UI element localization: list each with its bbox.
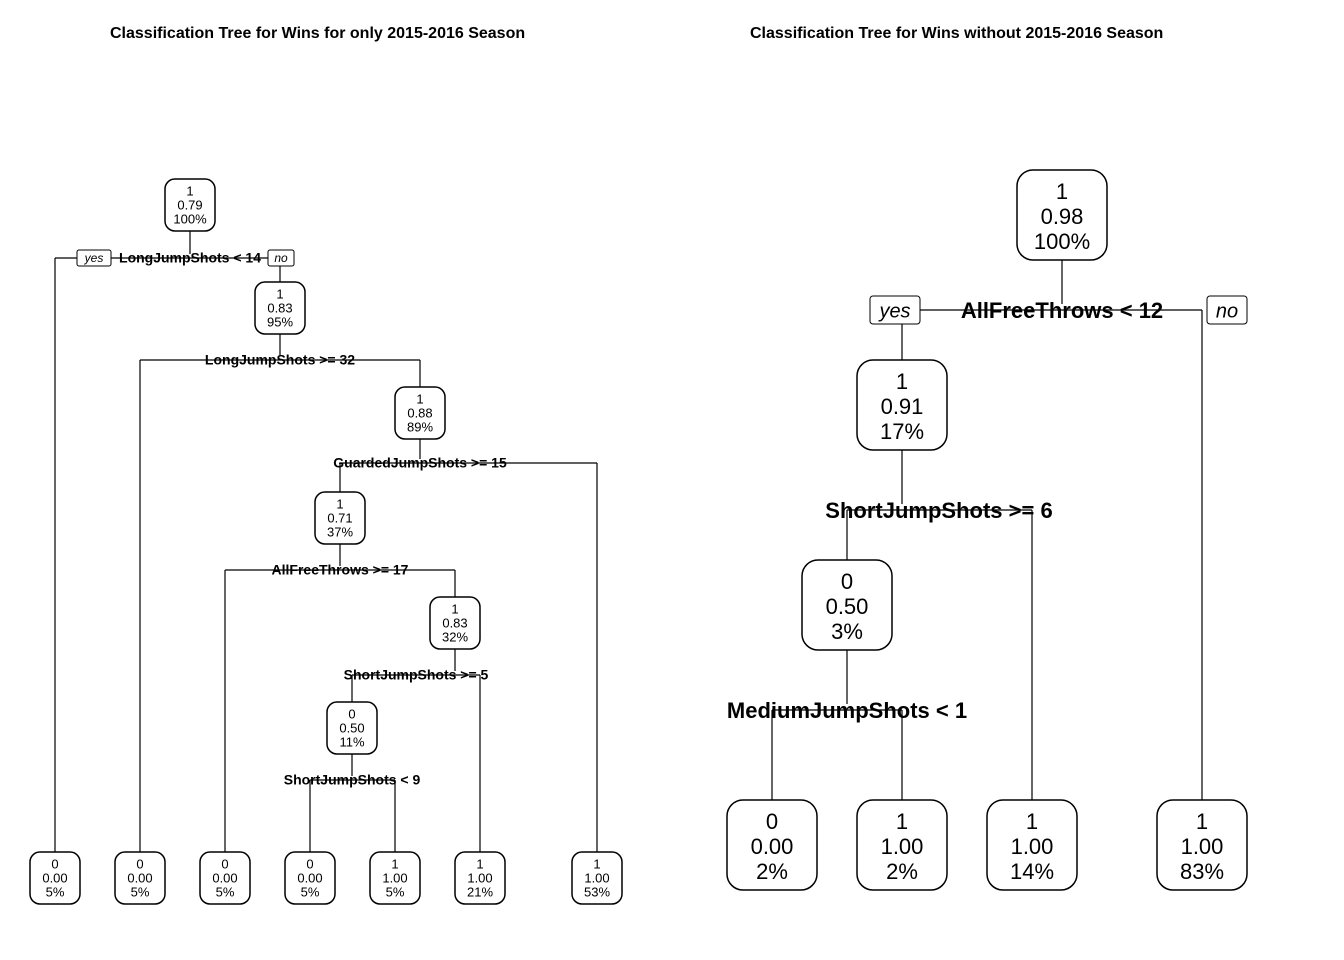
svg-text:5%: 5% <box>46 884 65 899</box>
right-leaf-3: 1 1.00 14% <box>987 800 1077 890</box>
svg-text:0.50: 0.50 <box>826 594 869 619</box>
svg-text:32%: 32% <box>442 629 468 644</box>
svg-text:0: 0 <box>51 856 58 871</box>
right-leaf-2: 1 1.00 2% <box>857 800 947 890</box>
svg-text:17%: 17% <box>880 419 924 444</box>
svg-text:3%: 3% <box>831 619 863 644</box>
svg-text:0: 0 <box>136 856 143 871</box>
svg-text:53%: 53% <box>584 884 610 899</box>
svg-text:no: no <box>1216 300 1238 322</box>
svg-text:1.00: 1.00 <box>1011 834 1054 859</box>
svg-text:1: 1 <box>1026 809 1038 834</box>
left-split-5: ShortJumpShots >= 5 <box>344 667 489 683</box>
left-internal-2: 1 0.83 95% <box>255 282 305 334</box>
left-internal-5: 1 0.83 32% <box>430 597 480 649</box>
right-leaf-1: 0 0.00 2% <box>727 800 817 890</box>
svg-text:0.83: 0.83 <box>442 615 467 630</box>
svg-text:100%: 100% <box>1034 229 1090 254</box>
svg-text:1.00: 1.00 <box>584 870 609 885</box>
right-internal-2: 1 0.91 17% <box>857 360 947 450</box>
svg-text:5%: 5% <box>301 884 320 899</box>
svg-text:1: 1 <box>896 809 908 834</box>
left-leaf-5: 1 1.00 5% <box>370 852 420 904</box>
svg-text:2%: 2% <box>756 859 788 884</box>
right-split-3: MediumJumpShots < 1 <box>727 698 967 723</box>
svg-text:1: 1 <box>896 369 908 394</box>
left-leaf-7: 1 1.00 53% <box>572 852 622 904</box>
svg-text:1: 1 <box>336 496 343 511</box>
right-root-node: 1 0.98 100% <box>1017 170 1107 260</box>
svg-text:0.91: 0.91 <box>881 394 924 419</box>
svg-text:1: 1 <box>276 286 283 301</box>
right-leaf-4: 1 1.00 83% <box>1157 800 1247 890</box>
left-split-6: ShortJumpShots < 9 <box>284 772 421 788</box>
left-split-2: LongJumpShots >= 32 <box>205 352 355 368</box>
svg-text:1: 1 <box>476 856 483 871</box>
left-internal-3: 1 0.88 89% <box>395 387 445 439</box>
svg-text:5%: 5% <box>131 884 150 899</box>
svg-text:yes: yes <box>877 300 910 322</box>
svg-text:0.71: 0.71 <box>327 510 352 525</box>
svg-text:1.00: 1.00 <box>382 870 407 885</box>
left-leaf-1: 0 0.00 5% <box>30 852 80 904</box>
svg-text:11%: 11% <box>339 734 364 749</box>
svg-text:0.98: 0.98 <box>1041 204 1084 229</box>
svg-text:37%: 37% <box>327 524 353 539</box>
svg-text:14%: 14% <box>1010 859 1054 884</box>
svg-text:0.83: 0.83 <box>267 300 292 315</box>
left-root-node: 1 0.79 100% <box>165 179 215 231</box>
left-internal-4: 1 0.71 37% <box>315 492 365 544</box>
right-split-2: ShortJumpShots >= 6 <box>825 498 1052 523</box>
svg-text:2%: 2% <box>886 859 918 884</box>
svg-text:1: 1 <box>186 183 193 198</box>
svg-text:1.00: 1.00 <box>881 834 924 859</box>
svg-text:0: 0 <box>221 856 228 871</box>
svg-text:1: 1 <box>391 856 398 871</box>
left-leaf-2: 0 0.00 5% <box>115 852 165 904</box>
svg-text:1: 1 <box>1196 809 1208 834</box>
svg-text:0.00: 0.00 <box>42 870 67 885</box>
svg-text:89%: 89% <box>407 419 433 434</box>
svg-text:1: 1 <box>416 391 423 406</box>
svg-text:0: 0 <box>841 569 853 594</box>
svg-text:1: 1 <box>451 601 458 616</box>
left-tree-title: Classification Tree for Wins for only 20… <box>110 25 525 43</box>
svg-text:5%: 5% <box>386 884 405 899</box>
svg-text:AllFreeThrows < 12: AllFreeThrows < 12 <box>961 298 1163 323</box>
svg-text:0.00: 0.00 <box>127 870 152 885</box>
left-tree-svg: 1 0.79 100% yes LongJumpShots < 14 no 1 … <box>0 80 672 940</box>
left-leaf-4: 0 0.00 5% <box>285 852 335 904</box>
svg-text:1.00: 1.00 <box>1181 834 1224 859</box>
svg-text:95%: 95% <box>267 314 293 329</box>
svg-text:0.50: 0.50 <box>339 720 364 735</box>
svg-text:0: 0 <box>766 809 778 834</box>
left-leaf-3: 0 0.00 5% <box>200 852 250 904</box>
svg-text:100%: 100% <box>173 211 207 226</box>
left-internal-6: 0 0.50 11% <box>327 702 377 754</box>
svg-text:0: 0 <box>306 856 313 871</box>
left-split-3: GuardedJumpShots >= 15 <box>333 455 507 471</box>
svg-text:1: 1 <box>1056 179 1068 204</box>
svg-text:0.00: 0.00 <box>212 870 237 885</box>
svg-text:LongJumpShots < 14: LongJumpShots < 14 <box>119 250 261 266</box>
svg-text:0: 0 <box>348 706 355 721</box>
left-split-4: AllFreeThrows >= 17 <box>272 562 409 578</box>
left-leaf-6: 1 1.00 21% <box>455 852 505 904</box>
svg-text:no: no <box>274 251 288 265</box>
right-tree-title: Classification Tree for Wins without 201… <box>750 25 1163 43</box>
svg-text:1.00: 1.00 <box>467 870 492 885</box>
right-internal-3: 0 0.50 3% <box>802 560 892 650</box>
svg-text:0.88: 0.88 <box>407 405 432 420</box>
svg-text:0.79: 0.79 <box>177 197 202 212</box>
svg-text:yes: yes <box>84 251 104 265</box>
svg-text:83%: 83% <box>1180 859 1224 884</box>
svg-text:5%: 5% <box>216 884 235 899</box>
right-tree-svg: 1 0.98 100% yes AllFreeThrows < 12 no 1 … <box>672 80 1344 940</box>
svg-text:0.00: 0.00 <box>297 870 322 885</box>
svg-text:21%: 21% <box>467 884 493 899</box>
svg-text:1: 1 <box>593 856 600 871</box>
svg-text:0.00: 0.00 <box>751 834 794 859</box>
